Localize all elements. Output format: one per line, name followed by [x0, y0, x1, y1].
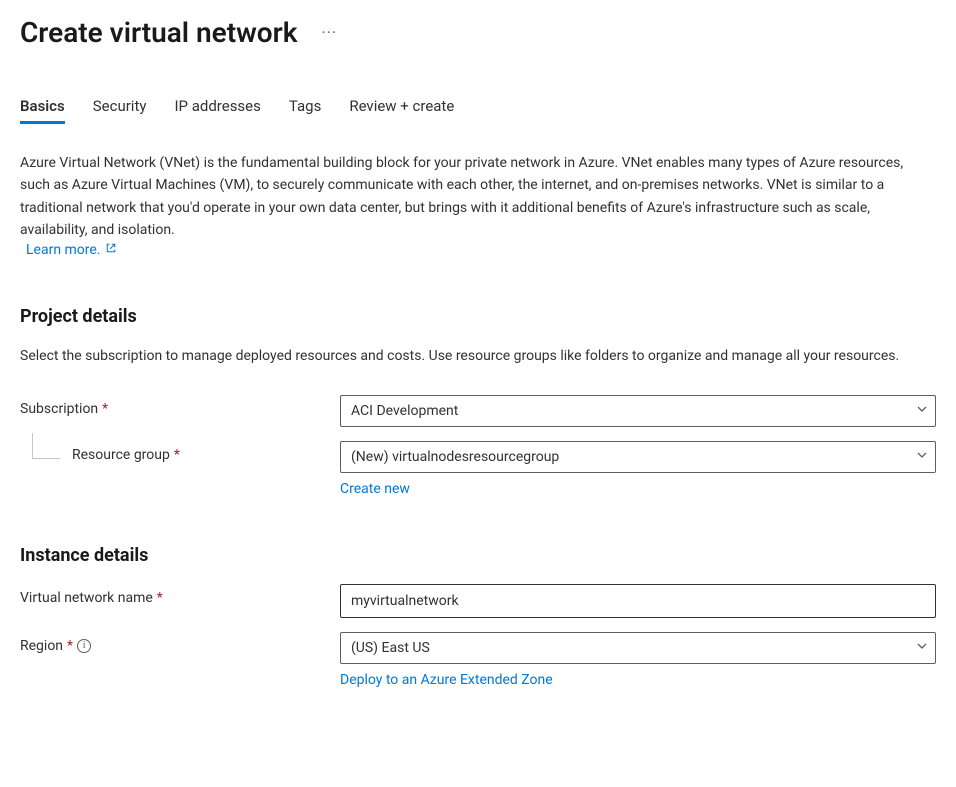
instance-details-heading: Instance details — [20, 545, 936, 566]
subscription-select[interactable] — [340, 395, 936, 427]
deploy-extended-zone-link[interactable]: Deploy to an Azure Extended Zone — [340, 672, 553, 688]
project-details-desc: Select the subscription to manage deploy… — [20, 345, 936, 367]
tab-review-create[interactable]: Review + create — [349, 97, 454, 124]
region-select[interactable] — [340, 632, 936, 664]
info-icon[interactable]: i — [77, 639, 91, 653]
learn-more-link[interactable]: Learn more. — [26, 242, 117, 258]
required-asterisk: * — [102, 401, 108, 417]
create-new-link[interactable]: Create new — [340, 481, 410, 497]
more-actions-icon[interactable]: ··· — [322, 23, 338, 42]
required-asterisk: * — [157, 590, 163, 606]
vnet-description: Azure Virtual Network (VNet) is the fund… — [20, 155, 903, 238]
vnet-name-input[interactable] — [340, 584, 936, 618]
page-title: Create virtual network — [20, 16, 298, 49]
subscription-label: Subscription — [20, 401, 98, 417]
tab-tags[interactable]: Tags — [289, 97, 321, 124]
external-link-icon — [105, 242, 117, 258]
learn-more-label: Learn more. — [26, 242, 101, 258]
required-asterisk: * — [174, 447, 180, 463]
wizard-tabs: Basics Security IP addresses Tags Review… — [20, 97, 936, 124]
required-asterisk: * — [67, 638, 73, 654]
tab-basics[interactable]: Basics — [20, 97, 65, 124]
vnet-name-label: Virtual network name — [20, 590, 153, 606]
resource-group-select[interactable] — [340, 441, 936, 473]
hierarchy-connector — [32, 433, 60, 459]
tab-security[interactable]: Security — [93, 97, 147, 124]
region-label: Region — [20, 638, 63, 654]
resource-group-label: Resource group — [72, 447, 170, 463]
project-details-heading: Project details — [20, 306, 936, 327]
tab-ip-addresses[interactable]: IP addresses — [174, 97, 260, 124]
